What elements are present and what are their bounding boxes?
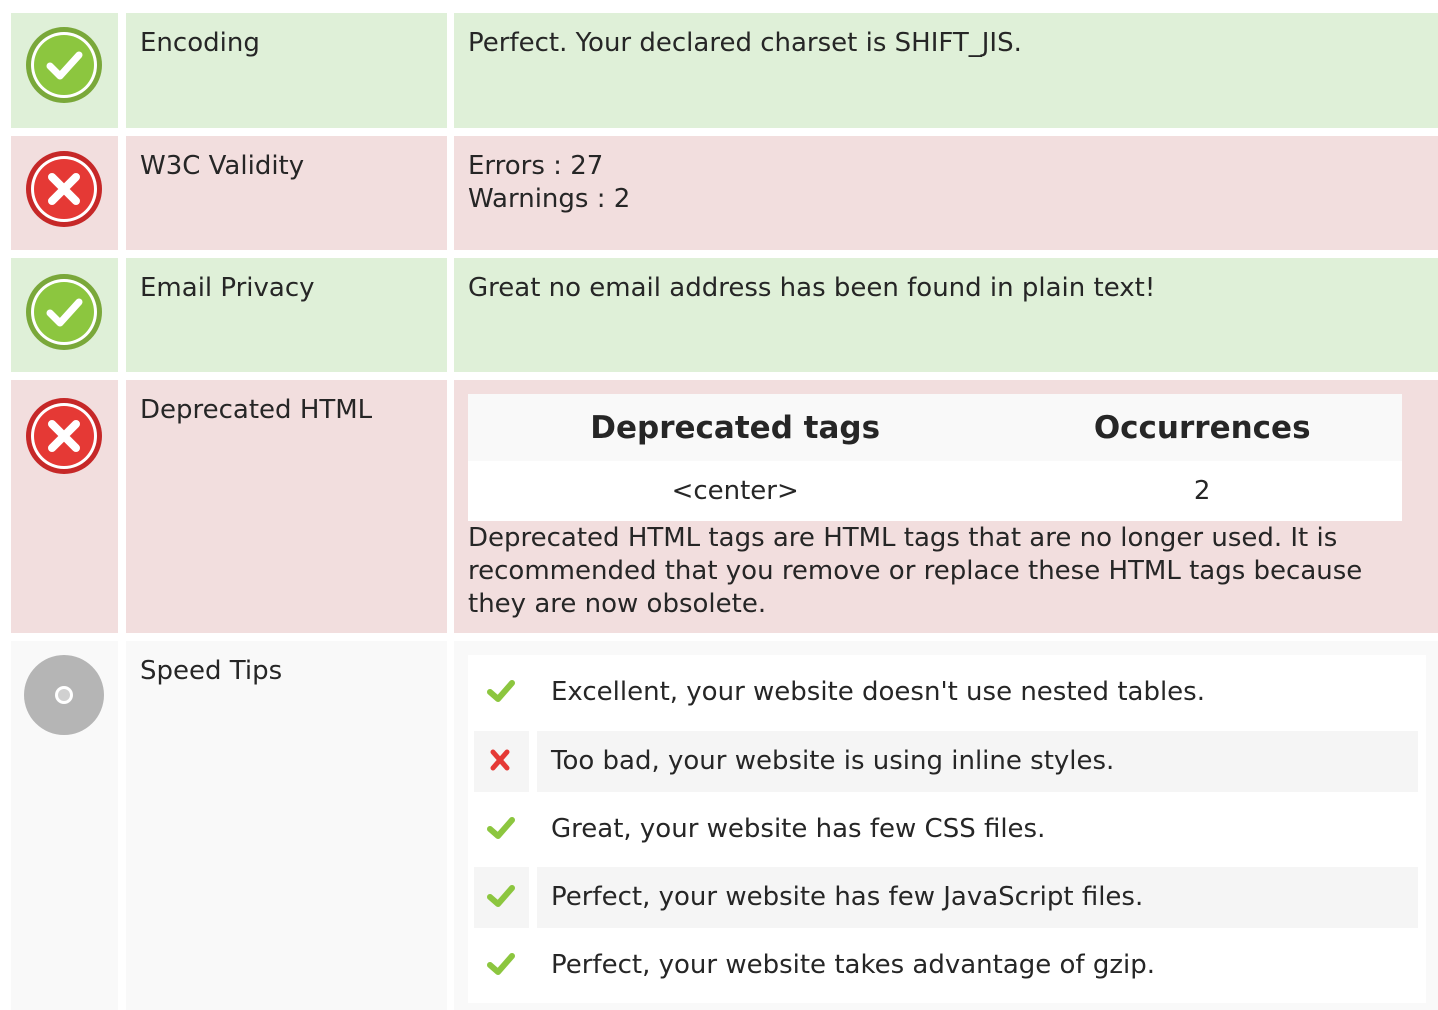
label-cell: Encoding bbox=[126, 13, 447, 128]
cross-circle-icon bbox=[26, 398, 102, 474]
errors-count: Errors : 27 bbox=[468, 151, 604, 181]
list-item: Too bad, your website is using inline st… bbox=[474, 731, 1418, 792]
table-row: <center> 2 bbox=[468, 461, 1402, 521]
checkmark-icon bbox=[487, 817, 515, 839]
table-header-row: Deprecated tags Occurrences bbox=[468, 394, 1402, 461]
cross-icon bbox=[490, 749, 510, 771]
email-privacy-row: Email Privacy Great no email address has… bbox=[0, 258, 1438, 372]
value-cell: Errors : 27 Warnings : 2 bbox=[454, 136, 1438, 250]
row-value: Perfect. Your declared charset is SHIFT_… bbox=[468, 28, 1022, 58]
column-header: Deprecated tags bbox=[468, 394, 1003, 461]
checkmark-icon bbox=[487, 953, 515, 975]
tip-text: Great, your website has few CSS files. bbox=[551, 814, 1046, 844]
list-item: Perfect, your website takes advantage of… bbox=[474, 935, 1418, 996]
deprecated-description: Deprecated HTML tags are HTML tags that … bbox=[468, 523, 1363, 619]
w3c-validity-row: W3C Validity Errors : 27 Warnings : 2 bbox=[0, 136, 1438, 250]
deprecated-html-row: Deprecated HTML Deprecated tags Occurren… bbox=[0, 380, 1438, 633]
row-label: W3C Validity bbox=[140, 151, 305, 181]
row-label: Email Privacy bbox=[140, 273, 315, 303]
check-circle-icon bbox=[26, 27, 102, 103]
row-label: Encoding bbox=[140, 28, 260, 58]
list-item: Perfect, your website has few JavaScript… bbox=[474, 867, 1418, 928]
column-header: Occurrences bbox=[1002, 394, 1402, 461]
label-cell: Deprecated HTML bbox=[126, 380, 447, 633]
checkmark-icon bbox=[487, 680, 515, 702]
status-cell bbox=[11, 258, 118, 372]
status-cell bbox=[11, 380, 118, 633]
deprecated-tag-cell: <center> bbox=[468, 461, 1003, 521]
tip-text: Excellent, your website doesn't use nest… bbox=[551, 677, 1205, 707]
label-cell: Email Privacy bbox=[126, 258, 447, 372]
value-cell: Perfect. Your declared charset is SHIFT_… bbox=[454, 13, 1438, 128]
row-label: Speed Tips bbox=[140, 656, 283, 686]
check-circle-icon bbox=[26, 274, 102, 350]
status-cell bbox=[11, 13, 118, 128]
list-item: Great, your website has few CSS files. bbox=[474, 799, 1418, 860]
neutral-circle-icon bbox=[24, 655, 104, 735]
list-item: Excellent, your website doesn't use nest… bbox=[474, 662, 1418, 723]
occurrences-cell: 2 bbox=[1002, 461, 1402, 521]
speed-tips-row: Speed Tips Excellent, your website doesn… bbox=[0, 641, 1438, 1010]
deprecated-tags-table: Deprecated tags Occurrences <center> 2 bbox=[468, 394, 1402, 521]
label-cell: Speed Tips bbox=[126, 641, 447, 1010]
speed-tips-list: Excellent, your website doesn't use nest… bbox=[468, 655, 1426, 1003]
row-value: Errors : 27 Warnings : 2 bbox=[468, 150, 1402, 216]
value-cell: Great no email address has been found in… bbox=[454, 258, 1438, 372]
warnings-count: Warnings : 2 bbox=[468, 184, 631, 214]
tip-text: Too bad, your website is using inline st… bbox=[537, 731, 1418, 792]
row-label: Deprecated HTML bbox=[140, 395, 373, 425]
checkmark-icon bbox=[487, 885, 515, 907]
value-cell: Deprecated tags Occurrences <center> 2 D… bbox=[454, 380, 1438, 633]
tip-text: Perfect, your website takes advantage of… bbox=[551, 950, 1155, 980]
row-value: Great no email address has been found in… bbox=[468, 273, 1156, 303]
encoding-row: Encoding Perfect. Your declared charset … bbox=[0, 13, 1438, 128]
cross-circle-icon bbox=[26, 151, 102, 227]
status-cell bbox=[11, 641, 118, 1010]
tip-text: Perfect, your website has few JavaScript… bbox=[537, 867, 1418, 928]
status-cell bbox=[11, 136, 118, 250]
label-cell: W3C Validity bbox=[126, 136, 447, 250]
value-cell: Excellent, your website doesn't use nest… bbox=[454, 641, 1438, 1010]
